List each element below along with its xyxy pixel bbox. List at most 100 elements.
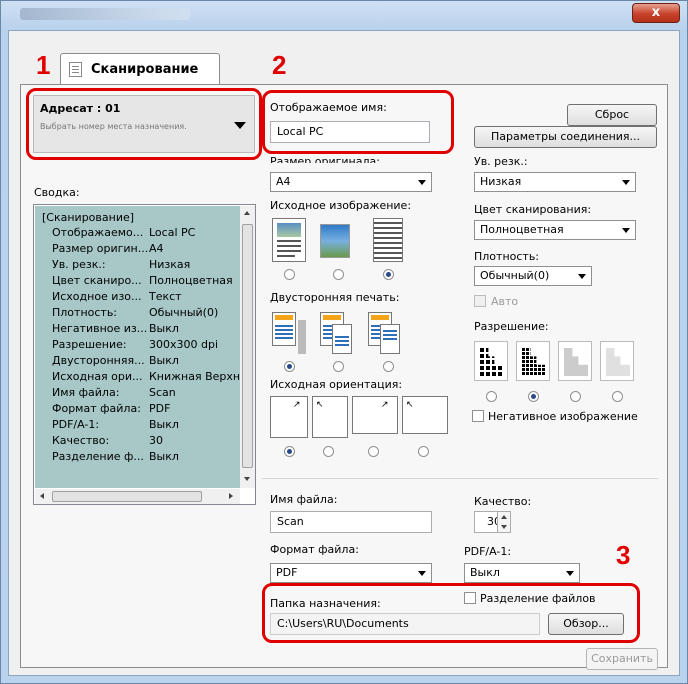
stepper-up-icon[interactable] (501, 515, 507, 519)
density-select[interactable]: Обычный(0) (474, 266, 592, 286)
summary-value: Scan (149, 386, 176, 399)
summary-label: Сводка: (34, 186, 80, 199)
summary-value: Обычный(0) (149, 306, 219, 319)
close-button[interactable]: x (632, 3, 680, 23)
resolution-high-icon[interactable] (558, 341, 592, 381)
sharpness-value: Низкая (480, 175, 522, 188)
summary-key: Плотность: (52, 306, 118, 319)
resolution-low-icon[interactable] (474, 341, 508, 381)
auto-checkbox[interactable] (474, 295, 486, 307)
scan-color-label: Цвет сканирования: (474, 203, 592, 216)
reset-button[interactable]: Сброс (567, 104, 657, 126)
quality-stepper[interactable] (497, 511, 511, 533)
resolution-radio-3[interactable] (570, 391, 581, 402)
tab-scan[interactable]: Сканирование (60, 53, 220, 85)
orientation-radio-3[interactable] (368, 446, 379, 457)
title-bar: x (0, 0, 688, 30)
summary-key: Разрешение: (52, 338, 127, 351)
scan-color-select[interactable]: Полноцветная (474, 220, 636, 240)
file-format-value: PDF (276, 566, 298, 579)
callout-box-2 (262, 90, 454, 154)
original-image-radio-3[interactable] (383, 269, 394, 280)
density-label: Плотность: (474, 250, 540, 263)
stepper-down-icon[interactable] (501, 525, 507, 529)
summary-key: Исходное изо... (52, 290, 142, 303)
scroll-right-icon[interactable] (229, 493, 233, 499)
summary-vertical-scrollbar[interactable] (240, 206, 255, 488)
scroll-thumb[interactable] (242, 224, 253, 468)
sharpness-label: Ув. резк.: (474, 155, 528, 168)
summary-key: Качество: (52, 434, 110, 447)
summary-key: Негативное из... (52, 322, 148, 335)
duplex-radio-2[interactable] (333, 361, 344, 372)
portrait-top-icon[interactable]: ↗ (270, 396, 308, 438)
horizontal-scroll-thumb[interactable] (52, 491, 202, 502)
pdfa-value: Выкл (470, 566, 500, 579)
file-format-select[interactable]: PDF (270, 563, 432, 583)
orientation-radio-4[interactable] (418, 446, 429, 457)
summary-value: Выкл (149, 450, 179, 463)
summary-value: 30 (149, 434, 163, 447)
original-image-radio-1[interactable] (284, 269, 295, 280)
scroll-up-icon[interactable] (244, 211, 250, 215)
callout-box-3 (262, 583, 640, 643)
photo-icon[interactable] (320, 224, 350, 258)
pdfa-select[interactable]: Выкл (464, 563, 580, 583)
duplex-long-edge-icon[interactable] (320, 312, 354, 356)
summary-value: Низкая (149, 258, 191, 271)
summary-value: Выкл (149, 418, 179, 431)
duplex-radio-1[interactable] (284, 361, 295, 372)
summary-key: Формат файла: (52, 402, 141, 415)
summary-value: Полноцветная (149, 274, 233, 287)
summary-key: Двусторонняя... (52, 354, 145, 367)
negative-image-checkbox[interactable] (472, 410, 484, 422)
summary-key: Цвет сканиро... (52, 274, 142, 287)
text-photo-icon[interactable] (272, 218, 306, 262)
callout-box-1 (26, 88, 262, 160)
text-icon[interactable] (373, 218, 403, 262)
file-name-input[interactable]: Scan (270, 511, 432, 533)
duplex-label: Двусторонняя печать: (270, 291, 400, 304)
duplex-off-icon[interactable] (272, 312, 306, 356)
portrait-left-icon[interactable]: ↖ (312, 396, 348, 438)
resolution-radio-4[interactable] (612, 391, 623, 402)
resolution-medium-icon[interactable] (516, 341, 550, 381)
summary-value: A4 (149, 242, 164, 255)
scroll-left-icon[interactable] (40, 493, 44, 499)
summary-key: Отображаемо... (52, 226, 144, 239)
landscape-top-icon[interactable]: ↗ (352, 396, 398, 434)
summary-value: 300x300 dpi (149, 338, 219, 351)
summary-value: Выкл (149, 354, 179, 367)
scroll-down-icon[interactable] (244, 477, 250, 481)
callout-number-3: 3 (616, 540, 631, 570)
original-image-label: Исходное изображение: (270, 199, 412, 212)
negative-image-label: Негативное изображение (488, 410, 638, 423)
orientation-radio-2[interactable] (323, 446, 334, 457)
resolution-radio-2[interactable] (528, 391, 539, 402)
resolution-radio-1[interactable] (486, 391, 497, 402)
density-value: Обычный(0) (480, 269, 550, 282)
summary-value: Текст (149, 290, 182, 303)
sharpness-select[interactable]: Низкая (474, 172, 636, 192)
summary-key: Разделение ф... (52, 450, 144, 463)
orientation-radio-1[interactable] (284, 446, 295, 457)
original-size-label: Размер оригинала: (270, 155, 380, 163)
duplex-radio-3[interactable] (383, 361, 394, 372)
callout-number-1: 1 (36, 50, 51, 80)
auto-label: Авто (491, 295, 519, 308)
resolution-label: Разрешение: (474, 320, 549, 333)
summary-value: Книжная Верхни (149, 370, 240, 383)
original-image-radio-2[interactable] (333, 269, 344, 280)
original-size-select[interactable]: A4 (270, 172, 432, 192)
resolution-highest-icon[interactable] (600, 341, 634, 381)
save-button[interactable]: Сохранить (586, 648, 658, 670)
summary-value: PDF (149, 402, 171, 415)
summary-header: [Сканирование] (42, 211, 135, 224)
connection-settings-button[interactable]: Параметры соединения... (474, 126, 657, 148)
orientation-label: Исходная ориентация: (270, 378, 403, 391)
summary-horizontal-scrollbar[interactable] (35, 489, 240, 504)
file-name-label: Имя файла: (270, 493, 338, 506)
landscape-left-icon[interactable]: ↖ (402, 396, 448, 434)
summary-list[interactable]: [Сканирование] Отображаемо... Local PC Ра… (33, 204, 256, 505)
duplex-short-edge-icon[interactable] (368, 312, 402, 356)
